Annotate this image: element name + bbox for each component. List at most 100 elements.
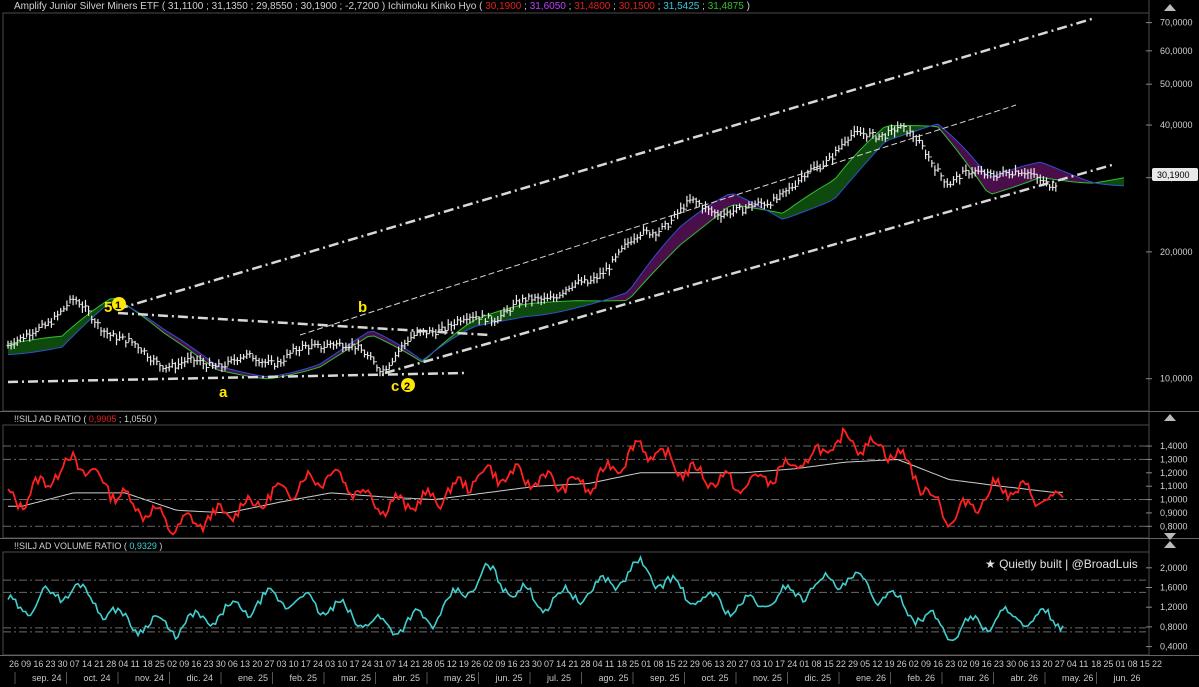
x-day-label: 17 [775, 659, 785, 669]
star-icon: ★ [985, 557, 999, 571]
x-day-label: 07 [386, 659, 396, 669]
ad-volume-name: !!SILJ AD VOLUME RATIO [14, 541, 121, 551]
cloud-segment [38, 338, 44, 352]
x-day-label: 04 [1067, 659, 1077, 669]
price-y-tick: 10,0000 [1160, 374, 1193, 384]
x-day-label: 10 [289, 659, 299, 669]
x-day-label: 16 [508, 659, 518, 669]
svg-text:30,1900: 30,1900 [1157, 170, 1190, 180]
x-day-label: 11 [605, 659, 614, 669]
x-day-label: 14 [398, 659, 408, 669]
x-day-label: 16 [33, 659, 43, 669]
x-day-label: 22 [1152, 659, 1162, 669]
x-day-label: 25 [1103, 659, 1113, 669]
x-month-label: abr. 25 [393, 673, 421, 683]
price-y-tick: 60,0000 [1160, 46, 1193, 56]
x-day-label: 06 [702, 659, 712, 669]
cloud-segment [20, 340, 26, 354]
x-month-label: mar. 26 [959, 673, 989, 683]
ad-volume-y-tick: 0,4000 [1160, 642, 1188, 652]
x-day-label: 13 [714, 659, 724, 669]
ad-ratio-value-1: 0,9905 [89, 414, 117, 424]
ad-volume-y-tick: 1,2000 [1160, 602, 1188, 612]
ad-volume-value: 0,9329 [129, 541, 157, 551]
ichimoku-value: 30,1900 [485, 1, 522, 12]
x-day-label: 18 [1091, 659, 1101, 669]
ad-ratio-y-tick: 0,9000 [1160, 508, 1188, 518]
ad-ratio-y-tick: 1,0000 [1160, 495, 1188, 505]
x-day-label: 13 [1030, 659, 1040, 669]
x-day-label: 12 [447, 659, 457, 669]
x-day-label: 03 [751, 659, 761, 669]
ichimoku-value: 31,4800 [574, 1, 611, 12]
x-day-label: 14 [556, 659, 566, 669]
x-day-label: 08 [812, 659, 822, 669]
x-day-label: 08 [653, 659, 663, 669]
x-day-label: 06 [1018, 659, 1028, 669]
x-day-label: 01 [799, 659, 809, 669]
ad-ratio-y-tick: 1,2000 [1160, 468, 1188, 478]
ichimoku-value: 30,1500 [619, 1, 656, 12]
x-day-label: 29 [848, 659, 858, 669]
wave-2-label: 2 [404, 381, 410, 393]
ichimoku-value: 31,4875 [708, 1, 745, 12]
x-day-label: 22 [836, 659, 846, 669]
x-day-label: 26 [897, 659, 907, 669]
x-day-label: 30 [1006, 659, 1016, 669]
x-day-label: 30 [58, 659, 68, 669]
x-month-label: may. 26 [1062, 673, 1093, 683]
x-day-label: 24 [787, 659, 797, 669]
x-month-label: ene. 25 [238, 673, 268, 683]
x-day-label: 25 [629, 659, 639, 669]
ichimoku-value: 31,6050 [530, 1, 567, 12]
x-day-label: 11 [1079, 659, 1088, 669]
x-day-label: 02 [483, 659, 493, 669]
cloud-segment [44, 337, 50, 351]
x-month-label: mar. 25 [341, 673, 371, 683]
wave-b-label: b [358, 299, 367, 316]
x-day-label: 09 [495, 659, 505, 669]
x-day-label: 02 [167, 659, 177, 669]
x-day-label: 19 [459, 659, 469, 669]
x-day-label: 10 [763, 659, 773, 669]
ad-ratio-y-tick: 1,1000 [1160, 481, 1188, 491]
x-day-label: 20 [252, 659, 262, 669]
x-day-label: 15 [824, 659, 834, 669]
watermark-text: Quietly built | @BroadLuis [999, 557, 1138, 571]
x-day-label: 23 [945, 659, 955, 669]
price-y-tick: 70,0000 [1160, 18, 1193, 28]
x-day-label: 02 [957, 659, 967, 669]
x-day-label: 17 [349, 659, 359, 669]
x-day-label: 28 [581, 659, 591, 669]
cloud-segment [542, 302, 548, 315]
cloud-segment [554, 301, 560, 313]
x-day-label: 07 [544, 659, 554, 669]
x-month-label: jul. 25 [546, 673, 571, 683]
svg-text:Amplify Junior Silver Miners E: Amplify Junior Silver Miners ETF ( 31,11… [14, 1, 750, 12]
x-day-label: 01 [1116, 659, 1126, 669]
x-day-label: 10 [337, 659, 347, 669]
price-y-tick: 50,0000 [1160, 79, 1193, 89]
x-day-label: 21 [568, 659, 578, 669]
x-day-label: 08 [1128, 659, 1138, 669]
x-day-label: 05 [435, 659, 445, 669]
x-day-label: 20 [726, 659, 736, 669]
x-day-label: 27 [264, 659, 274, 669]
svg-text:!!SILJ AD VOLUME RATIO (: !!SILJ AD VOLUME RATIO ( 0,9329 ) [14, 541, 162, 551]
x-day-label: 24 [362, 659, 372, 669]
x-day-label: 30 [216, 659, 226, 669]
x-day-label: 11 [131, 659, 140, 669]
x-day-label: 01 [641, 659, 651, 669]
x-day-label: 18 [617, 659, 627, 669]
x-day-label: 18 [143, 659, 153, 669]
x-day-label: 04 [593, 659, 603, 669]
ad-ratio-y-tick: 0,8000 [1160, 521, 1188, 531]
x-day-label: 23 [994, 659, 1004, 669]
x-day-label: 26 [471, 659, 481, 669]
svg-text:★ Quietly built | @BroadL: ★ Quietly built | @BroadLuis [985, 557, 1138, 571]
cloud-segment [56, 336, 62, 349]
x-day-label: 17 [301, 659, 311, 669]
x-month-label: nov. 24 [135, 673, 164, 683]
x-day-label: 02 [909, 659, 919, 669]
ad-volume-y-tick: 0,8000 [1160, 622, 1188, 632]
